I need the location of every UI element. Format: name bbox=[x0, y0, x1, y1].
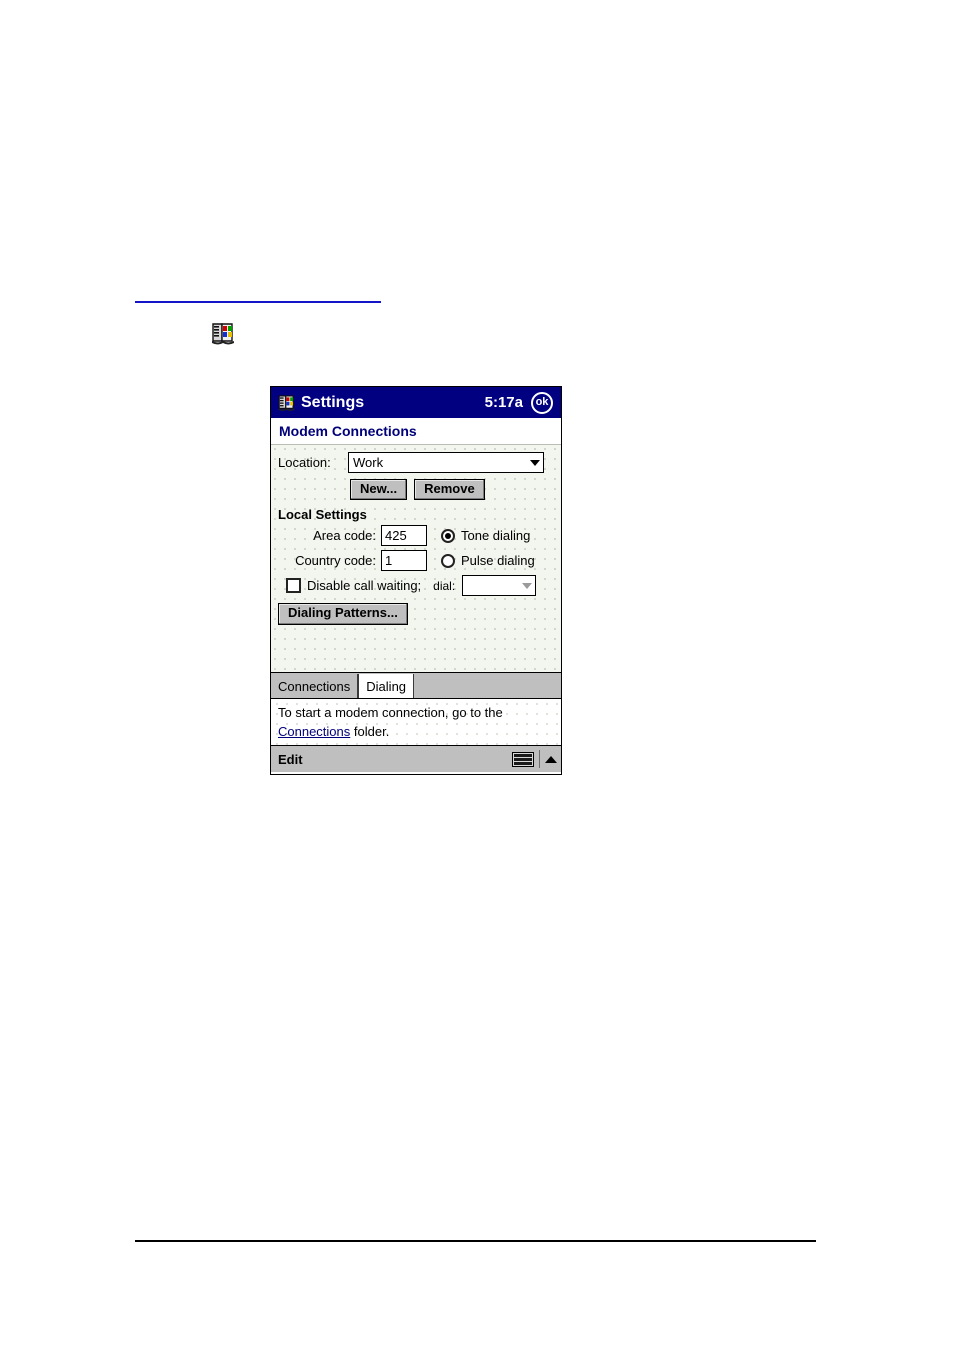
location-row: Location: Work bbox=[278, 452, 554, 473]
page-title: Modem Connections bbox=[271, 418, 561, 445]
pulse-dialing-label: Pulse dialing bbox=[461, 553, 535, 569]
command-bar: Edit bbox=[271, 746, 561, 772]
area-code-input[interactable]: 425 bbox=[381, 525, 427, 547]
clock: 5:17a bbox=[484, 394, 523, 411]
bottom-horizontal-rule bbox=[135, 1240, 816, 1242]
location-label: Location: bbox=[278, 455, 331, 470]
location-buttons-row: New... Remove bbox=[278, 479, 554, 501]
disable-call-waiting-checkbox[interactable] bbox=[286, 578, 301, 594]
call-waiting-row: Disable call waiting; dial: bbox=[278, 575, 554, 597]
area-code-label: Area code: bbox=[313, 528, 376, 544]
pulse-dialing-option[interactable]: Pulse dialing bbox=[441, 553, 535, 568]
tab-strip: Connections Dialing bbox=[271, 673, 561, 699]
country-code-input[interactable]: 1 bbox=[381, 550, 427, 572]
tone-dialing-option[interactable]: Tone dialing bbox=[441, 528, 530, 543]
chevron-down-icon bbox=[530, 459, 540, 466]
tab-dialing[interactable]: Dialing bbox=[358, 674, 415, 698]
connections-link[interactable]: Connections bbox=[278, 724, 350, 739]
hint-line-2: folder. bbox=[350, 723, 390, 739]
app-title: Settings bbox=[301, 393, 365, 411]
chevron-up-icon[interactable] bbox=[545, 755, 557, 763]
ok-button[interactable]: ok bbox=[531, 391, 553, 414]
settings-book-icon bbox=[210, 320, 236, 346]
edit-menu[interactable]: Edit bbox=[278, 753, 303, 766]
location-select[interactable]: Work bbox=[348, 452, 544, 473]
country-code-row: Country code: 1 Pulse dialing bbox=[278, 550, 554, 572]
modem-connections-form: Location: Work New... Remove Local Setti… bbox=[271, 445, 561, 673]
country-code-label: Country code: bbox=[295, 553, 376, 569]
area-code-row: Area code: 425 Tone dialing bbox=[278, 525, 554, 547]
tone-dialing-radio[interactable] bbox=[441, 528, 455, 543]
remove-button[interactable]: Remove bbox=[414, 479, 485, 501]
pocketpc-screenshot: Settings 5:17a ok Modem Connections Loca… bbox=[270, 386, 562, 775]
hint-line-1: To start a modem connection, go to the bbox=[278, 705, 503, 720]
new-button[interactable]: New... bbox=[350, 479, 408, 501]
dialing-patterns-button[interactable]: Dialing Patterns... bbox=[278, 603, 408, 625]
command-bar-divider bbox=[539, 750, 540, 768]
pulse-dialing-radio[interactable] bbox=[441, 553, 455, 568]
title-bar: Settings 5:17a ok bbox=[271, 387, 561, 418]
chevron-down-icon bbox=[522, 582, 533, 589]
top-horizontal-rule bbox=[135, 301, 381, 303]
dial-select[interactable] bbox=[462, 575, 537, 597]
disable-call-waiting-label: Disable call waiting; bbox=[307, 578, 422, 594]
tone-dialing-label: Tone dialing bbox=[461, 528, 531, 544]
dialing-patterns-row: Dialing Patterns... bbox=[278, 603, 554, 625]
settings-book-icon bbox=[277, 393, 296, 412]
tab-connections[interactable]: Connections bbox=[271, 674, 359, 698]
hint-text: To start a modem connection, go to the C… bbox=[271, 699, 561, 746]
local-settings-heading: Local Settings bbox=[278, 507, 367, 523]
tab-strip-filler bbox=[414, 674, 561, 698]
keyboard-icon[interactable] bbox=[512, 751, 534, 767]
location-select-value: Work bbox=[353, 455, 384, 470]
dial-label: dial: bbox=[433, 578, 456, 593]
